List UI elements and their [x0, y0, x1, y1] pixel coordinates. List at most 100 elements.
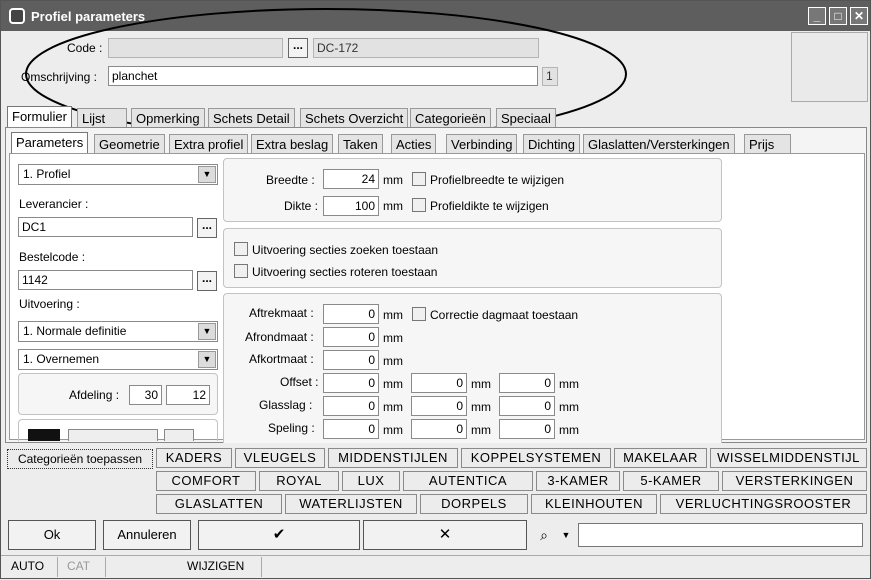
- category-makelaar[interactable]: MAKELAAR: [614, 448, 707, 468]
- category-koppelsystemen[interactable]: KOPPELSYSTEMEN: [461, 448, 611, 468]
- secties-zoeken-checkbox[interactable]: [234, 242, 248, 256]
- category-kaders[interactable]: KADERS: [156, 448, 232, 468]
- subtab-prijs[interactable]: Prijs: [744, 134, 791, 154]
- category-verluchtingsrooster[interactable]: VERLUCHTINGSROOSTER: [660, 494, 867, 514]
- secties-zoeken-label: Uitvoering secties zoeken toestaan: [252, 243, 439, 257]
- glasslag-input-1[interactable]: 0: [323, 396, 379, 416]
- annuleren-button[interactable]: Annuleren: [103, 520, 191, 550]
- category-wisselmiddenstijl[interactable]: WISSELMIDDENSTIJL: [710, 448, 867, 468]
- tab-schets-overzicht[interactable]: Schets Overzicht: [300, 108, 409, 128]
- overnemen-select-value: 1. Overnemen: [23, 352, 100, 366]
- category-royal[interactable]: ROYAL: [259, 471, 339, 491]
- chevron-down-icon[interactable]: ▼: [559, 522, 573, 548]
- category-glaslatten[interactable]: GLASLATTEN: [156, 494, 282, 514]
- breedte-label: Breedte :: [266, 173, 315, 187]
- afdeling-input-2[interactable]: 12: [166, 385, 210, 405]
- subtab-extra-profiel[interactable]: Extra profiel: [169, 134, 249, 154]
- correctie-label: Correctie dagmaat toestaan: [430, 308, 579, 322]
- afrondmaat-input[interactable]: 0: [323, 327, 379, 347]
- secties-roteren-checkbox[interactable]: [234, 264, 248, 278]
- category-lux[interactable]: LUX: [342, 471, 400, 491]
- category-middenstijlen[interactable]: MIDDENSTIJLEN: [328, 448, 458, 468]
- glasslag-input-2[interactable]: 0: [411, 396, 467, 416]
- subtab-verbinding[interactable]: Verbinding: [446, 134, 518, 154]
- speling-unit-3: mm: [559, 423, 579, 437]
- breedte-checkbox[interactable]: [412, 172, 426, 186]
- category-dorpels[interactable]: DORPELS: [420, 494, 528, 514]
- category-comfort[interactable]: COMFORT: [156, 471, 256, 491]
- overnemen-select[interactable]: 1. Overnemen ▼: [18, 349, 218, 370]
- afkortmaat-input[interactable]: 0: [323, 350, 379, 370]
- glasslag-label: Glasslag :: [259, 398, 313, 412]
- speling-input-2[interactable]: 0: [411, 419, 467, 439]
- dikte-input[interactable]: 100: [323, 196, 379, 216]
- tab-speciaal[interactable]: Speciaal: [496, 108, 556, 128]
- leverancier-input[interactable]: DC1: [18, 217, 193, 237]
- chevron-down-icon[interactable]: ▼: [198, 323, 216, 340]
- color-extra-button[interactable]: [164, 429, 194, 441]
- color-button[interactable]: [68, 429, 158, 441]
- tab-opmerking[interactable]: Opmerking: [131, 108, 205, 128]
- status-separator: [261, 557, 262, 577]
- chevron-down-icon[interactable]: ▼: [198, 351, 216, 368]
- category-5-kamer[interactable]: 5-KAMER: [623, 471, 719, 491]
- subtab-glaslatten[interactable]: Glaslatten/Versterkingen: [583, 134, 735, 154]
- glasslag-input-3[interactable]: 0: [499, 396, 555, 416]
- categorieen-toepassen-button[interactable]: Categorieën toepassen: [7, 449, 153, 469]
- binoculars-icon[interactable]: ⌕: [531, 522, 557, 548]
- tab-schets-detail[interactable]: Schets Detail: [208, 108, 295, 128]
- breedte-check-label: Profielbreedte te wijzigen: [430, 173, 565, 187]
- offset-input-2[interactable]: 0: [411, 373, 467, 393]
- breedte-input[interactable]: 24: [323, 169, 379, 189]
- uitvoering-select[interactable]: 1. Normale definitie ▼: [18, 321, 218, 342]
- aftrekmaat-label: Aftrekmaat :: [249, 306, 314, 320]
- profiel-parameters-window: Profiel parameters _ □ ✕ Code : ... DC-1…: [0, 0, 871, 579]
- type-select[interactable]: 1. Profiel ▼: [18, 164, 218, 185]
- search-input[interactable]: [578, 523, 863, 547]
- speling-input-1[interactable]: 0: [323, 419, 379, 439]
- dikte-check-label: Profieldikte te wijzigen: [430, 199, 549, 213]
- category-versterkingen[interactable]: VERSTERKINGEN: [722, 471, 867, 491]
- tab-categorieen[interactable]: Categorieën: [410, 108, 491, 128]
- category-vleugels[interactable]: VLEUGELS: [235, 448, 325, 468]
- chevron-down-icon[interactable]: ▼: [198, 166, 216, 183]
- speling-label: Speling :: [268, 421, 315, 435]
- offset-unit-3: mm: [559, 377, 579, 391]
- tab-lijst[interactable]: Lijst: [77, 108, 127, 128]
- afkortmaat-label: Afkortmaat :: [249, 352, 314, 366]
- afdeling-input-1[interactable]: 30: [129, 385, 162, 405]
- subtab-dichting[interactable]: Dichting: [523, 134, 580, 154]
- subtab-geometrie[interactable]: Geometrie: [94, 134, 165, 154]
- subtab-parameters[interactable]: Parameters: [11, 132, 89, 154]
- dikte-checkbox[interactable]: [412, 198, 426, 212]
- offset-input-3[interactable]: 0: [499, 373, 555, 393]
- aftrekmaat-unit: mm: [383, 308, 403, 322]
- dikte-unit: mm: [383, 199, 403, 213]
- category-kleinhouten[interactable]: KLEINHOUTEN: [531, 494, 657, 514]
- aftrekmaat-input[interactable]: 0: [323, 304, 379, 324]
- bestelcode-input[interactable]: 1142: [18, 270, 193, 290]
- color-swatch[interactable]: [28, 429, 60, 441]
- glasslag-unit-2: mm: [471, 400, 491, 414]
- category-autentica[interactable]: AUTENTICA: [403, 471, 533, 491]
- offset-input-1[interactable]: 0: [323, 373, 379, 393]
- status-separator: [57, 557, 58, 577]
- category-waterlijsten[interactable]: WATERLIJSTEN: [285, 494, 417, 514]
- subtab-acties[interactable]: Acties: [391, 134, 437, 154]
- category-3-kamer[interactable]: 3-KAMER: [536, 471, 620, 491]
- glasslag-unit-3: mm: [559, 400, 579, 414]
- subtab-taken[interactable]: Taken: [338, 134, 383, 154]
- afrondmaat-label: Afrondmaat :: [245, 330, 314, 344]
- confirm-button[interactable]: ✔: [198, 520, 360, 550]
- cancel-button[interactable]: ✕: [363, 520, 527, 550]
- bestelcode-browse-button[interactable]: ...: [197, 271, 217, 291]
- tab-formulier[interactable]: Formulier: [7, 106, 72, 128]
- status-state: WIJZIGEN: [187, 559, 245, 573]
- ok-button[interactable]: Ok: [8, 520, 96, 550]
- speling-input-3[interactable]: 0: [499, 419, 555, 439]
- correctie-checkbox[interactable]: [412, 307, 426, 321]
- secties-panel: [223, 228, 722, 288]
- subtab-extra-beslag[interactable]: Extra beslag: [251, 134, 334, 154]
- offset-label: Offset :: [280, 375, 319, 389]
- leverancier-browse-button[interactable]: ...: [197, 218, 217, 238]
